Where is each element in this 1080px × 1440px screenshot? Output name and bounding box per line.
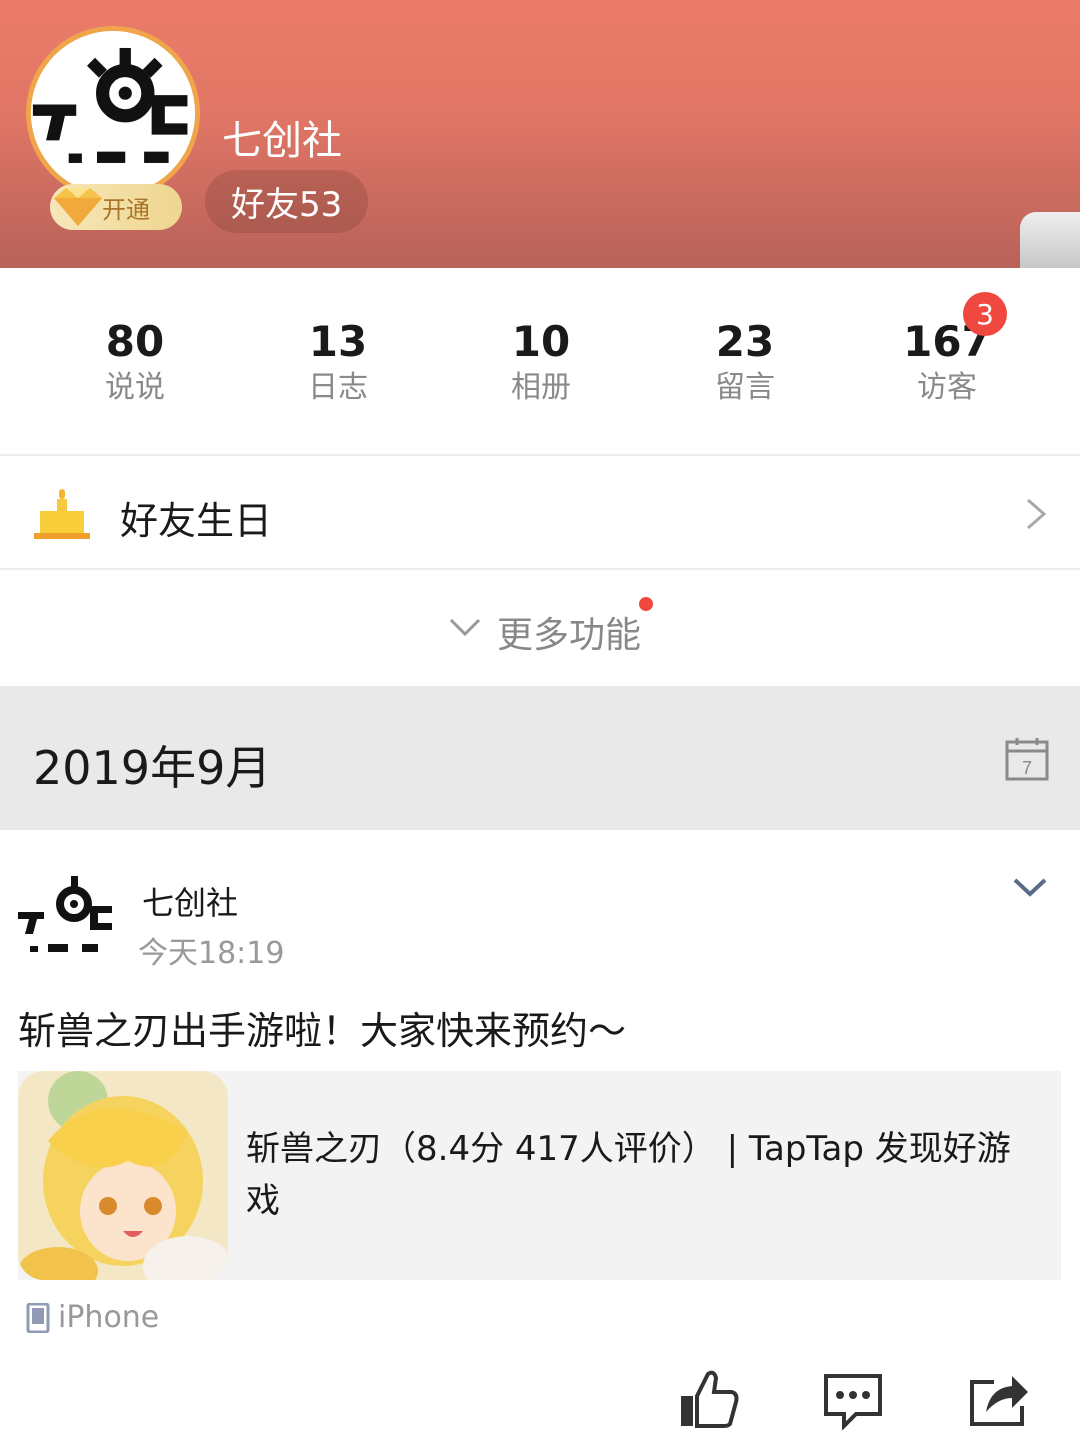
stats-bar: 80 说说 13 日志 10 相册 23 留言 167 访客 [0, 268, 1080, 456]
post-source-device: iPhone [26, 1300, 159, 1335]
profile-header: 开通 七创社 好友53 [0, 0, 1080, 268]
visitor-notification-badge: 3 [963, 292, 1007, 336]
stat-visitors[interactable]: 167 访客 [867, 318, 1027, 408]
new-dot-badge [639, 597, 653, 611]
chevron-right-icon [1027, 498, 1047, 530]
more-functions-label: 更多功能 [497, 615, 642, 656]
stat-album[interactable]: 10 相册 [461, 318, 621, 408]
stat-value: 10 [511, 317, 571, 366]
birthday-label: 好友生日 [120, 499, 273, 543]
post-actions [0, 1360, 1080, 1440]
like-button[interactable] [678, 1368, 740, 1430]
phone-icon [26, 1302, 50, 1333]
calendar-icon[interactable]: 7 [1004, 736, 1050, 782]
stat-messages[interactable]: 23 留言 [665, 318, 825, 408]
stat-label: 访客 [917, 370, 977, 405]
stat-label: 说说 [105, 370, 165, 405]
more-functions-row[interactable]: 更多功能 [0, 572, 1080, 686]
vip-badge[interactable]: 开通 [50, 184, 182, 230]
share-button[interactable] [968, 1368, 1030, 1430]
post-menu-chevron-icon[interactable] [1010, 872, 1050, 902]
stat-value: 23 [715, 317, 775, 366]
stat-blog[interactable]: 13 日志 [258, 318, 418, 408]
stat-label: 日志 [308, 370, 368, 405]
link-thumbnail [18, 1071, 228, 1280]
chevron-down-icon [449, 618, 481, 637]
link-title: 斩兽之刃（8.4分 417人评价） | TapTap 发现好游戏 [246, 1129, 1011, 1221]
share-icon [970, 1376, 1028, 1426]
stat-value: 13 [308, 317, 368, 366]
device-label: iPhone [58, 1300, 160, 1335]
feed-post: 七创社 今天18:19 斩兽之刃出手游啦！大家快来预约～ 斩兽之刃（8.4分 4… [0, 830, 1080, 1440]
date-section-header: 2019年9月 7 [0, 686, 1080, 830]
profile-name[interactable]: 七创社 [222, 108, 342, 166]
header-side-card[interactable] [1020, 212, 1080, 268]
vip-label: 开通 [102, 195, 150, 224]
stat-label: 相册 [511, 370, 571, 405]
stat-value: 80 [105, 317, 165, 366]
friends-count-button[interactable]: 好友53 [205, 170, 369, 233]
post-author-avatar[interactable] [16, 866, 116, 966]
calendar-day: 7 [1022, 758, 1032, 778]
comment-button[interactable] [822, 1368, 884, 1430]
avatar[interactable] [26, 26, 200, 200]
cake-icon [34, 489, 90, 539]
comment-icon [824, 1374, 882, 1430]
shared-link-card[interactable]: 斩兽之刃（8.4分 417人评价） | TapTap 发现好游戏 [18, 1071, 1061, 1280]
stat-label: 留言 [715, 370, 775, 405]
diamond-icon [54, 188, 102, 226]
stat-shuoshuo[interactable]: 80 说说 [55, 318, 215, 408]
post-author-name[interactable]: 七创社 [142, 878, 238, 924]
post-text: 斩兽之刃出手游啦！大家快来预约～ [18, 1009, 627, 1053]
date-label: 2019年9月 [33, 741, 272, 795]
friend-birthday-row[interactable]: 好友生日 [0, 458, 1080, 570]
post-timestamp: 今天18:19 [138, 936, 285, 971]
like-icon [681, 1370, 739, 1428]
